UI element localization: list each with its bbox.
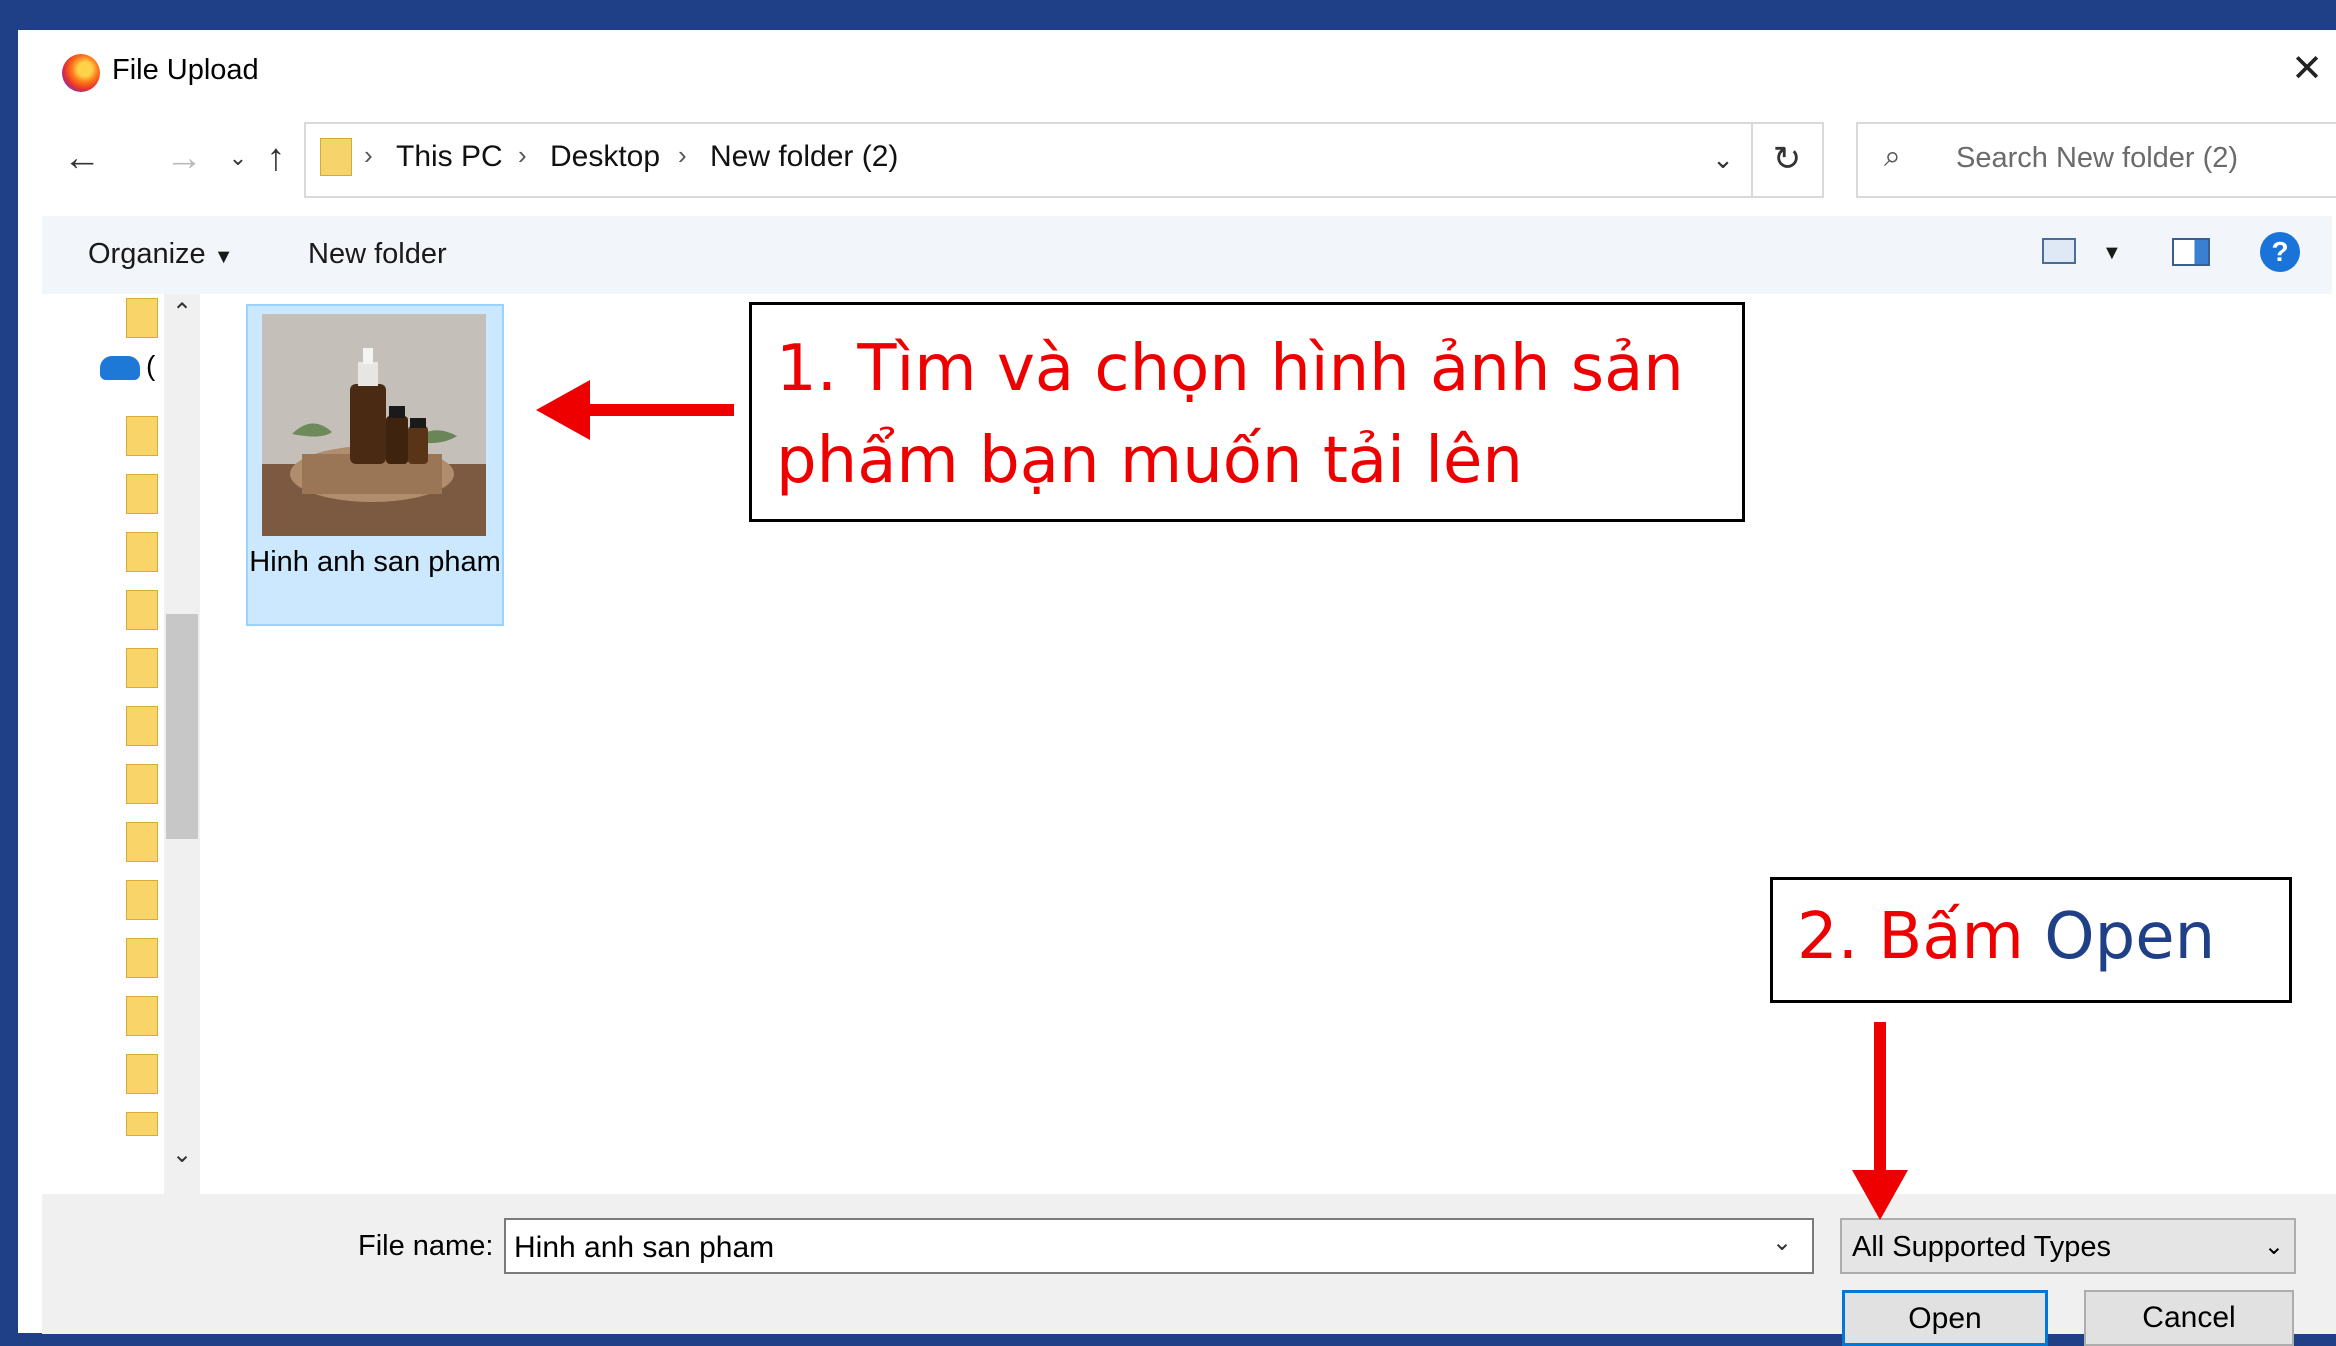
organize-menu[interactable]: Organize ▼ bbox=[88, 238, 234, 271]
chevron-down-icon: ⌄ bbox=[228, 145, 248, 170]
product-photo-image bbox=[262, 314, 486, 536]
folder-icon[interactable] bbox=[126, 1112, 158, 1136]
onedrive-icon[interactable] bbox=[100, 356, 140, 380]
chevron-down-icon[interactable]: ⌄ bbox=[1772, 1228, 1792, 1257]
open-button[interactable]: Open bbox=[1842, 1290, 2048, 1346]
command-toolbar: Organize ▼ New folder ▼ ? bbox=[42, 216, 2332, 294]
annotation-step1-box: 1. Tìm và chọn hình ảnh sản phẩm bạn muố… bbox=[749, 302, 1745, 522]
view-dropdown-icon[interactable]: ▼ bbox=[2102, 242, 2122, 265]
folder-icon[interactable] bbox=[126, 938, 158, 978]
folder-icon[interactable] bbox=[126, 1054, 158, 1094]
scroll-up-icon[interactable]: ⌃ bbox=[166, 298, 198, 327]
file-type-select[interactable]: All Supported Types ⌄ bbox=[1840, 1218, 2296, 1274]
new-folder-button[interactable]: New folder bbox=[308, 238, 447, 271]
dialog-footer: File name: Hinh anh san pham ⌄ All Suppo… bbox=[42, 1194, 2336, 1346]
search-placeholder: Search New folder (2) bbox=[1956, 142, 2239, 174]
annotation-step2-prefix: 2. Bấm bbox=[1797, 900, 2045, 974]
annotation-step2-text: 2. Bấm Open bbox=[1797, 900, 2215, 974]
forward-button[interactable]: → bbox=[160, 134, 208, 182]
chevron-down-icon: ⌄ bbox=[1712, 144, 1734, 174]
folder-icon[interactable] bbox=[126, 416, 158, 456]
scroll-down-icon[interactable]: ⌄ bbox=[166, 1140, 198, 1169]
organize-label: Organize bbox=[88, 238, 206, 270]
folder-icon[interactable] bbox=[126, 532, 158, 572]
annotation-step1-text: 1. Tìm và chọn hình ảnh sản phẩm bạn muố… bbox=[776, 332, 1684, 498]
folder-icon[interactable] bbox=[126, 822, 158, 862]
breadcrumb-desktop[interactable]: Desktop bbox=[550, 140, 660, 174]
file-name-field-label: File name: bbox=[358, 1230, 494, 1262]
back-button[interactable]: ← bbox=[58, 134, 106, 182]
folder-icon[interactable] bbox=[126, 590, 158, 630]
refresh-icon: ↻ bbox=[1772, 140, 1802, 178]
folder-icon[interactable] bbox=[126, 764, 158, 804]
file-name-label: Hinh anh san pham bbox=[249, 546, 501, 578]
file-name-input[interactable]: Hinh anh san pham bbox=[504, 1218, 1814, 1274]
file-upload-dialog: File Upload ✕ ← → ⌄ ↑ › This PC › Deskto… bbox=[42, 36, 2336, 1346]
file-item[interactable]: Hinh anh san pham bbox=[246, 304, 504, 626]
arrow-right-icon: → bbox=[165, 137, 203, 179]
arrow-up-icon: ↑ bbox=[266, 137, 286, 179]
chevron-down-icon: ⌄ bbox=[2263, 1233, 2284, 1260]
folder-icon[interactable] bbox=[126, 298, 158, 338]
breadcrumb-new-folder[interactable]: New folder (2) bbox=[710, 140, 898, 174]
refresh-button[interactable]: ↻ bbox=[1752, 122, 1824, 198]
address-bar[interactable]: › This PC › Desktop › New folder (2) ⌄ bbox=[304, 122, 1753, 198]
onedrive-label[interactable]: ( bbox=[146, 350, 155, 382]
folder-icon[interactable] bbox=[126, 996, 158, 1036]
firefox-icon bbox=[62, 54, 100, 92]
breadcrumb-separator-icon: › bbox=[518, 140, 527, 170]
help-icon[interactable]: ? bbox=[2260, 232, 2300, 272]
breadcrumb-this-pc[interactable]: This PC bbox=[396, 140, 503, 174]
arrow-left-icon: ← bbox=[63, 137, 101, 179]
dialog-title: File Upload bbox=[112, 54, 259, 86]
folder-icon[interactable] bbox=[126, 474, 158, 514]
file-type-value: All Supported Types bbox=[1852, 1231, 2112, 1263]
file-thumbnail bbox=[262, 314, 486, 536]
cancel-button[interactable]: Cancel bbox=[2084, 1290, 2294, 1346]
view-options-icon[interactable] bbox=[2042, 238, 2076, 264]
up-button[interactable]: ↑ bbox=[252, 134, 300, 182]
annotation-step2-box: 2. Bấm Open bbox=[1770, 877, 2292, 1003]
search-box[interactable]: ⌕ Search New folder (2) bbox=[1856, 122, 2336, 198]
breadcrumb-separator-icon: › bbox=[364, 140, 373, 170]
title-bar: File Upload ✕ bbox=[42, 36, 2336, 106]
preview-pane-icon[interactable] bbox=[2172, 238, 2210, 266]
folder-icon bbox=[320, 138, 352, 176]
close-button[interactable]: ✕ bbox=[2282, 44, 2332, 94]
folder-icon[interactable] bbox=[126, 706, 158, 746]
folder-icon[interactable] bbox=[126, 648, 158, 688]
search-icon: ⌕ bbox=[1884, 140, 1901, 173]
caret-down-icon: ▼ bbox=[213, 246, 234, 268]
folder-icon[interactable] bbox=[126, 880, 158, 920]
address-dropdown-button[interactable]: ⌄ bbox=[1701, 138, 1745, 180]
navpane-scroll-thumb[interactable] bbox=[166, 614, 198, 839]
annotation-step2-word: Open bbox=[2044, 900, 2216, 974]
breadcrumb-separator-icon: › bbox=[678, 140, 687, 170]
navigation-pane: ( ⌃ ⌄ bbox=[42, 294, 204, 1194]
